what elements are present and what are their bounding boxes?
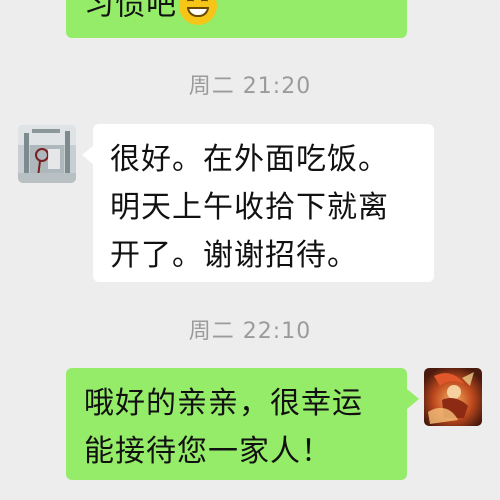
- outgoing-bubble-tail: [407, 389, 419, 409]
- host-avatar-image: [424, 368, 482, 426]
- outgoing-message-bubble[interactable]: 哦好的亲亲，很幸运 能接待您一家人！: [66, 368, 407, 480]
- host-avatar[interactable]: [424, 368, 482, 426]
- timestamp: 周二 21:20: [188, 74, 312, 99]
- message-text-line-2: 能接待您一家人！: [84, 434, 332, 469]
- outgoing-message-bubble-top[interactable]: 习惯吧: [66, 0, 407, 38]
- incoming-message-bubble[interactable]: 很好。在外面吃饭。 明天上午收拾下就离 开了。谢谢招待。: [93, 124, 434, 282]
- message-text-line-2: 明天上午收拾下就离: [110, 190, 389, 225]
- grinning-face-icon: [179, 0, 217, 25]
- message-text-line-1: 哦好的亲亲，很幸运: [84, 386, 363, 421]
- timestamp: 周二 22:10: [188, 319, 312, 344]
- message-text-line-3: 开了。谢谢招待。: [110, 238, 358, 273]
- message-text-line-1: 很好。在外面吃饭。: [110, 142, 389, 177]
- guest-avatar[interactable]: [18, 125, 76, 183]
- message-text: 习惯吧: [84, 0, 177, 23]
- guest-avatar-image: [18, 125, 76, 183]
